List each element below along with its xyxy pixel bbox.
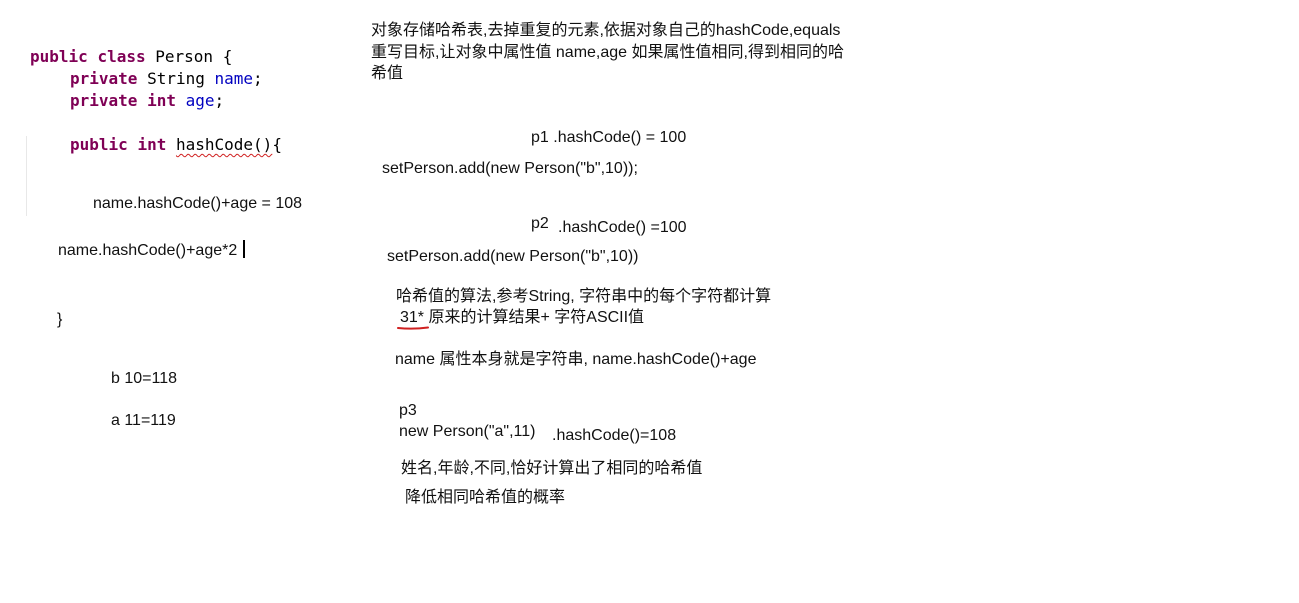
- p3-hashcode: .hashCode()=108: [552, 427, 677, 444]
- algorithm-line-1: 哈希值的算法,参考String, 字符串中的每个字符都计算: [396, 288, 772, 305]
- calc-note-age-times-2: name.hashCode()+age*2: [58, 240, 246, 262]
- text-caret: [243, 240, 246, 258]
- method-hashcode: hashCode(): [175, 135, 273, 154]
- code-line-hashcode-method: public int hashCode(){: [70, 134, 282, 156]
- keyword-public: public: [70, 135, 128, 154]
- p1-add: setPerson.add(new Person("b",10));: [382, 160, 638, 177]
- reduce-collision-note: 降低相同哈希值的概率: [405, 489, 566, 506]
- algorithm-line-2: 31* 原来的计算结果+ 字符ASCII值: [400, 307, 644, 329]
- code-line-age-field: private int age;: [70, 90, 224, 112]
- p2-hashcode: .hashCode() =100: [558, 219, 687, 236]
- intro-line-2: 重写目标,让对象中属性值 name,age 如果属性值相同,得到相同的哈: [371, 44, 844, 61]
- p2-add: setPerson.add(new Person("b",10)): [387, 248, 639, 265]
- semicolon: ;: [214, 91, 225, 110]
- intro-line-3: 希值: [371, 65, 404, 82]
- type-string: String: [147, 69, 205, 88]
- example-a11: a 11=119: [111, 412, 176, 429]
- close-brace: }: [57, 311, 63, 328]
- name-property-note: name 属性本身就是字符串, name.hashCode()+age: [395, 351, 757, 368]
- p2-label: p2: [531, 215, 549, 232]
- field-name: name: [214, 69, 254, 88]
- intro-line-1: 对象存储哈希表,去掉重复的元素,依据对象自己的hashCode,equals: [371, 22, 841, 39]
- algorithm-rest: 原来的计算结果+ 字符ASCII值: [424, 309, 645, 326]
- example-b10: b 10=118: [111, 370, 177, 387]
- keyword-class: class: [97, 47, 146, 66]
- p3-new-person: new Person("a",11): [399, 423, 536, 440]
- keyword-int: int: [137, 135, 167, 154]
- open-brace: {: [272, 135, 282, 154]
- p3-label: p3: [399, 402, 417, 419]
- code-line-class-decl: public class Person {: [30, 46, 232, 68]
- keyword-int: int: [147, 91, 176, 110]
- calc-text: name.hashCode()+age*2: [58, 242, 238, 259]
- code-line-name-field: private String name;: [70, 68, 263, 90]
- p1-hashcode: p1 .hashCode() = 100: [531, 129, 687, 146]
- keyword-private: private: [70, 69, 138, 88]
- multiplier-31: 31*: [400, 309, 425, 326]
- class-name: Person: [155, 47, 214, 66]
- field-age: age: [185, 91, 215, 110]
- keyword-private: private: [70, 91, 138, 110]
- semicolon: ;: [253, 69, 263, 88]
- red-underline-mark: [397, 326, 429, 330]
- collision-note: 姓名,年龄,不同,恰好计算出了相同的哈希值: [401, 460, 703, 477]
- open-brace: {: [222, 47, 233, 66]
- keyword-public: public: [30, 47, 88, 66]
- calc-note-108: name.hashCode()+age = 108: [93, 195, 303, 212]
- editor-gutter: [26, 136, 29, 216]
